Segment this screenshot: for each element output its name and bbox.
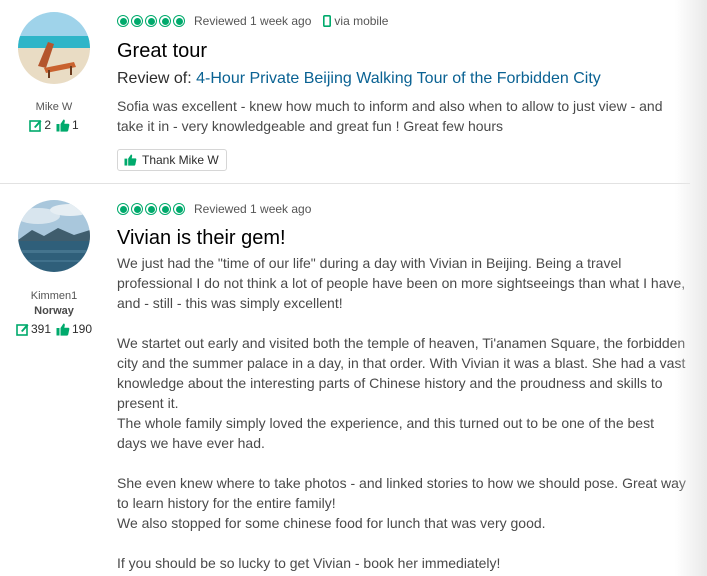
review-count-icon [16,323,29,336]
thumbs-up-icon [56,323,70,336]
review-card: Kimmen1 Norway 391 190 Reviewed 1 week a… [0,184,686,576]
review-of: Review of: 4-Hour Private Beijing Walkin… [117,70,687,88]
bubble-icon [117,15,129,27]
contributions-count: 391 [30,322,51,336]
review-title[interactable]: Great tour [117,40,687,63]
member-counts: 2 1 [0,118,108,132]
review-date: Reviewed 1 week ago [194,202,312,216]
bubble-icon [145,203,157,215]
review-paragraph: She even knew where to take photos - and… [117,475,686,511]
review-paragraph: We just had the "time of our life" durin… [117,255,686,311]
bubble-icon [159,15,171,27]
rating-row: Reviewed 1 week ago [117,201,687,217]
review-count-icon [29,119,42,132]
review-paragraph: We startet out early and visited both th… [117,335,686,411]
thank-button[interactable]: Thank Mike W [117,149,227,171]
member-info: Mike W 2 1 [0,12,108,132]
bubble-icon [117,203,129,215]
username[interactable]: Kimmen1 [0,290,108,302]
review-of-label: Review of: [117,70,197,87]
username[interactable]: Mike W [0,101,108,113]
right-edge-shadow [675,0,707,576]
member-info: Kimmen1 Norway 391 190 [0,200,108,336]
bubble-icon [173,15,185,27]
rating-bubbles [117,15,185,27]
review-paragraph: Sofia was excellent - knew how much to i… [117,98,663,134]
mobile-phone-icon [323,15,332,27]
review-body: Sofia was excellent - knew how much to i… [117,96,687,136]
avatar[interactable] [18,12,90,84]
avatar[interactable] [18,200,90,272]
lake-mountain-avatar-icon [18,200,90,272]
helpful-votes-count: 1 [72,118,79,132]
bubble-icon [159,203,171,215]
helpful-votes-count: 190 [72,322,93,336]
review-paragraph: If you should be so lucky to get Vivian … [117,555,501,571]
thank-label: Thank Mike W [142,153,219,167]
rating-bubbles [117,203,185,215]
bubble-icon [145,15,157,27]
thumbs-up-icon [124,154,137,166]
via-mobile-label: via mobile [334,14,389,28]
member-counts: 391 190 [0,322,108,336]
review-title[interactable]: Vivian is their gem! [117,227,687,250]
user-location: Norway [34,305,74,317]
beach-chair-avatar-icon [18,12,90,84]
review-paragraph: We also stopped for some chinese food fo… [117,515,546,531]
review-date: Reviewed 1 week ago [194,14,312,28]
review-content: Reviewed 1 week ago via mobile Great tou… [117,13,687,171]
via-mobile: via mobile [323,14,388,28]
thumbs-up-icon [56,119,70,132]
tour-link[interactable]: 4-Hour Private Beijing Walking Tour of t… [196,70,601,87]
bubble-icon [131,15,143,27]
review-content: Reviewed 1 week ago Vivian is their gem!… [117,201,687,573]
bubble-icon [131,203,143,215]
review-paragraph: The whole family simply loved the experi… [117,415,654,451]
contributions-count: 2 [44,118,51,132]
review-card: Mike W 2 1 Reviewed 1 week ago via mobil… [0,0,680,183]
review-body: We just had the "time of our life" durin… [117,253,687,573]
bubble-icon [173,203,185,215]
rating-row: Reviewed 1 week ago via mobile [117,13,687,29]
